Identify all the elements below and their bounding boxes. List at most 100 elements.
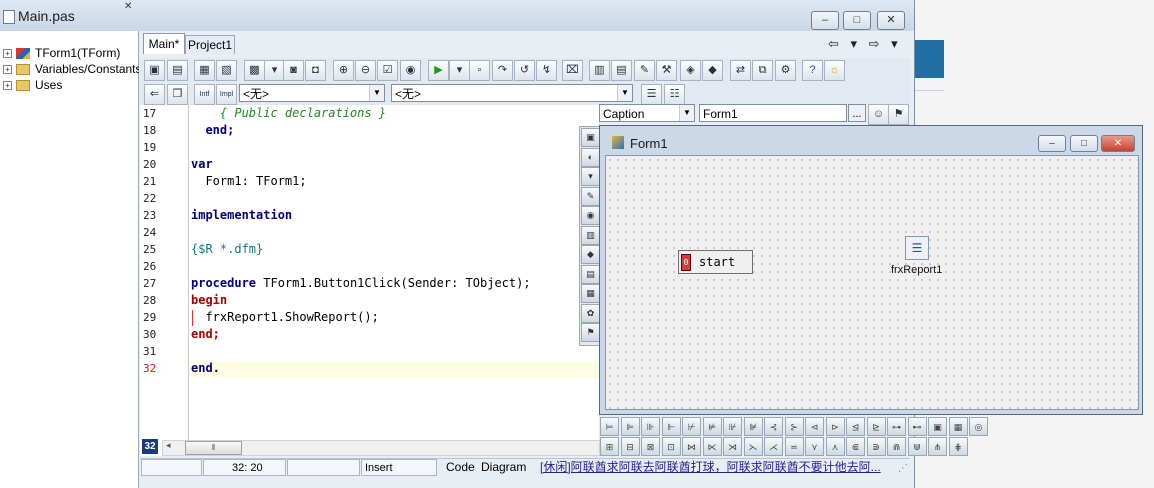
property-ellipsis-button[interactable]: ... <box>848 104 866 122</box>
start-button[interactable]: 0 start <box>678 250 753 274</box>
add-file-icon[interactable]: ⊕ <box>333 60 354 81</box>
tree-item-uses[interactable]: + Uses <box>3 78 62 94</box>
save-icon[interactable]: ◙ <box>283 60 304 81</box>
align-left-icon[interactable]: ☰ <box>641 84 662 105</box>
size-palette-icon[interactable]: ⋈ <box>682 437 701 456</box>
event-icon[interactable]: ⚑ <box>888 104 909 125</box>
code-line[interactable]: end. <box>191 361 220 375</box>
checklist-icon[interactable]: ☑ <box>377 60 398 81</box>
size-palette-icon[interactable]: ⋒ <box>887 437 906 456</box>
code-line[interactable]: var <box>191 157 213 171</box>
palette-component-icon[interactable]: ⚑ <box>581 323 600 342</box>
form-close-button[interactable]: ✕ <box>1101 135 1135 152</box>
tab-project1[interactable]: Project1 <box>185 35 235 54</box>
implementation-button[interactable]: Impl <box>216 84 237 105</box>
navigation-arrows[interactable]: ⇦ ▾ ⇨ ▾ <box>828 36 902 52</box>
form-client-area[interactable] <box>605 155 1139 410</box>
expand-icon[interactable]: + <box>3 49 12 59</box>
settings-icon[interactable]: ⚙ <box>775 60 796 81</box>
ide-title-bar[interactable] <box>0 0 914 32</box>
edit-icon[interactable]: ✎ <box>634 60 655 81</box>
scrollbar-thumb[interactable]: ⦀ <box>185 441 242 455</box>
tab-main[interactable]: Main* <box>143 33 185 54</box>
run-to-cursor-icon[interactable]: ↯ <box>536 60 557 81</box>
open-icon[interactable]: ▧ <box>216 60 237 81</box>
code-line[interactable]: end; <box>191 327 220 341</box>
size-palette-icon[interactable]: ⊠ <box>641 437 660 456</box>
run-icon[interactable]: ▶ <box>428 60 449 81</box>
form-maximize-button[interactable]: □ <box>1070 135 1098 152</box>
align-palette-icon[interactable]: ⊷ <box>907 417 927 436</box>
window-icon[interactable]: ❐ <box>167 84 188 105</box>
step-over-icon[interactable]: ↺ <box>514 60 535 81</box>
expand-icon[interactable]: + <box>3 81 12 91</box>
palette-component-icon[interactable]: ✎ <box>581 186 600 206</box>
size-palette-icon[interactable]: ⋕ <box>948 437 968 456</box>
align-palette-icon[interactable]: ⊶ <box>887 417 906 436</box>
help-icon[interactable]: ? <box>802 60 823 81</box>
toggle-form-icon[interactable]: ▣ <box>144 60 165 81</box>
size-palette-icon[interactable]: ⋑ <box>866 437 886 456</box>
align-palette-icon[interactable]: ⊮ <box>723 417 742 436</box>
align-palette-icon[interactable]: ⊨ <box>600 417 619 436</box>
align-center-icon[interactable]: ☷ <box>664 84 685 105</box>
back-icon[interactable]: ⇐ <box>144 84 165 105</box>
merge-icon[interactable]: ⇄ <box>730 60 751 81</box>
tree-item-tform1[interactable]: + TForm1(TForm) <box>3 46 120 62</box>
palette-component-icon[interactable]: ▣ <box>581 128 600 147</box>
tab-diagram[interactable]: Diagram <box>481 459 526 476</box>
dropdown-icon[interactable]: ▾ <box>264 60 285 81</box>
size-palette-icon[interactable]: ⊟ <box>620 437 640 456</box>
palette-component-icon[interactable]: ▥ <box>581 225 600 245</box>
property-value-input[interactable]: Form1 <box>699 104 847 122</box>
method-combo[interactable]: <无> ▼ <box>391 84 633 102</box>
chevron-down-icon[interactable]: ▼ <box>617 85 632 101</box>
align-palette-icon[interactable]: ⊳ <box>825 417 845 436</box>
code-line[interactable]: implementation <box>191 208 292 222</box>
package-icon[interactable]: ◆ <box>702 60 723 81</box>
open-project-icon[interactable]: ▩ <box>244 60 265 81</box>
status-news-link[interactable]: [休闲]阿联酋求阿联去阿联酋打球，阿联求阿联酋不要计他去阿... <box>540 459 885 476</box>
minimize-button[interactable]: – <box>811 11 839 30</box>
palette-component-icon[interactable]: ◆ <box>581 245 600 264</box>
maximize-button[interactable]: □ <box>843 11 871 30</box>
tree-close-icon[interactable]: ✕ <box>124 1 132 12</box>
align-palette-icon[interactable]: ⊭ <box>702 417 722 436</box>
code-line[interactable]: frxReport1.ShowReport(); <box>191 310 378 324</box>
component-icon[interactable]: ▥ <box>589 60 610 81</box>
size-palette-icon[interactable]: ⋍ <box>784 437 804 456</box>
new-unit-icon[interactable]: ▤ <box>167 60 188 81</box>
align-palette-icon[interactable]: ⊵ <box>866 417 886 436</box>
options-icon[interactable]: ◉ <box>400 60 421 81</box>
run-dropdown-icon[interactable]: ▾ <box>449 60 470 81</box>
size-palette-icon[interactable]: ⋌ <box>764 437 783 456</box>
align-palette-icon[interactable]: ⊬ <box>682 417 701 436</box>
tip-icon[interactable]: ☼ <box>824 60 845 81</box>
align-palette-icon[interactable]: ▣ <box>928 417 947 436</box>
class-combo[interactable]: <无> ▼ <box>239 84 385 102</box>
trace-into-icon[interactable]: ↷ <box>492 60 513 81</box>
close-button[interactable]: ✕ <box>877 11 905 30</box>
new-icon[interactable]: ▦ <box>194 60 215 81</box>
expand-icon[interactable]: + <box>3 65 12 75</box>
align-palette-icon[interactable]: ⊱ <box>784 417 804 436</box>
align-palette-icon[interactable]: ⊲ <box>805 417 824 436</box>
component2-icon[interactable]: ▤ <box>611 60 632 81</box>
chevron-down-icon[interactable]: ▼ <box>369 85 384 101</box>
interface-button[interactable]: Intf <box>194 84 215 105</box>
align-palette-icon[interactable]: ⊯ <box>743 417 763 436</box>
tree-item-variables[interactable]: + Variables/Constants <box>3 62 142 78</box>
property-combo[interactable]: Caption ▼ <box>599 104 695 122</box>
resize-grip-icon[interactable]: ⋰ <box>898 463 908 474</box>
palette-component-icon[interactable]: ▦ <box>581 284 600 303</box>
palette-component-icon[interactable]: ✿ <box>581 303 600 323</box>
chevron-down-icon[interactable]: ▼ <box>679 105 694 121</box>
size-palette-icon[interactable]: ⊞ <box>600 437 619 456</box>
size-palette-icon[interactable]: ⋐ <box>846 437 865 456</box>
size-palette-icon[interactable]: ⋓ <box>907 437 927 456</box>
database-icon[interactable]: ◈ <box>680 60 701 81</box>
report-component-icon[interactable]: ☰ <box>905 236 929 260</box>
compare-icon[interactable]: ⧉ <box>752 60 773 81</box>
align-palette-icon[interactable]: ▦ <box>948 417 968 436</box>
form-minimize-button[interactable]: – <box>1038 135 1066 152</box>
